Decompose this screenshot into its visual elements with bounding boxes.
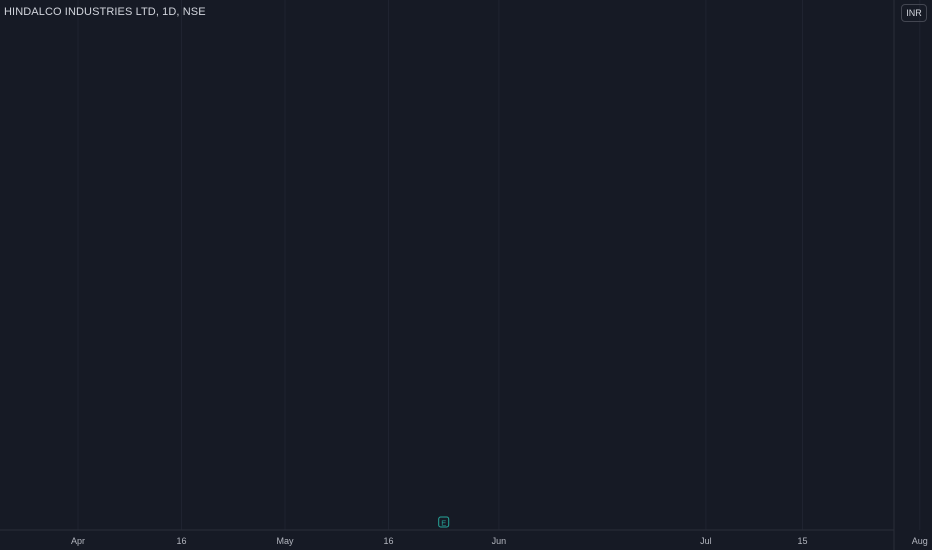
- chart-window: EDEE 780.00760.00740.00720.00700.00680.0…: [0, 0, 932, 550]
- x-tick-label: Jun: [492, 536, 507, 546]
- currency-button[interactable]: INR: [901, 4, 927, 22]
- event-letter: E: [441, 518, 446, 527]
- grid-lines: [77, 0, 921, 530]
- x-tick-label: 16: [383, 536, 393, 546]
- x-tick-label: 16: [176, 536, 186, 546]
- x-tick-label: Aug: [912, 536, 928, 546]
- x-tick-label: Jul: [700, 536, 712, 546]
- event-markers: EDEE: [438, 516, 450, 528]
- x-tick-label: Apr: [71, 536, 85, 546]
- symbol-title: HINDALCO INDUSTRIES LTD, 1D, NSE: [4, 6, 206, 18]
- price-chart[interactable]: EDEE 780.00760.00740.00720.00700.00680.0…: [0, 0, 932, 550]
- x-tick-label: 15: [797, 536, 807, 546]
- earnings-icon[interactable]: E: [438, 516, 450, 528]
- x-tick-label: May: [276, 536, 294, 546]
- axes: 780.00760.00740.00720.00700.00680.00660.…: [0, 0, 928, 550]
